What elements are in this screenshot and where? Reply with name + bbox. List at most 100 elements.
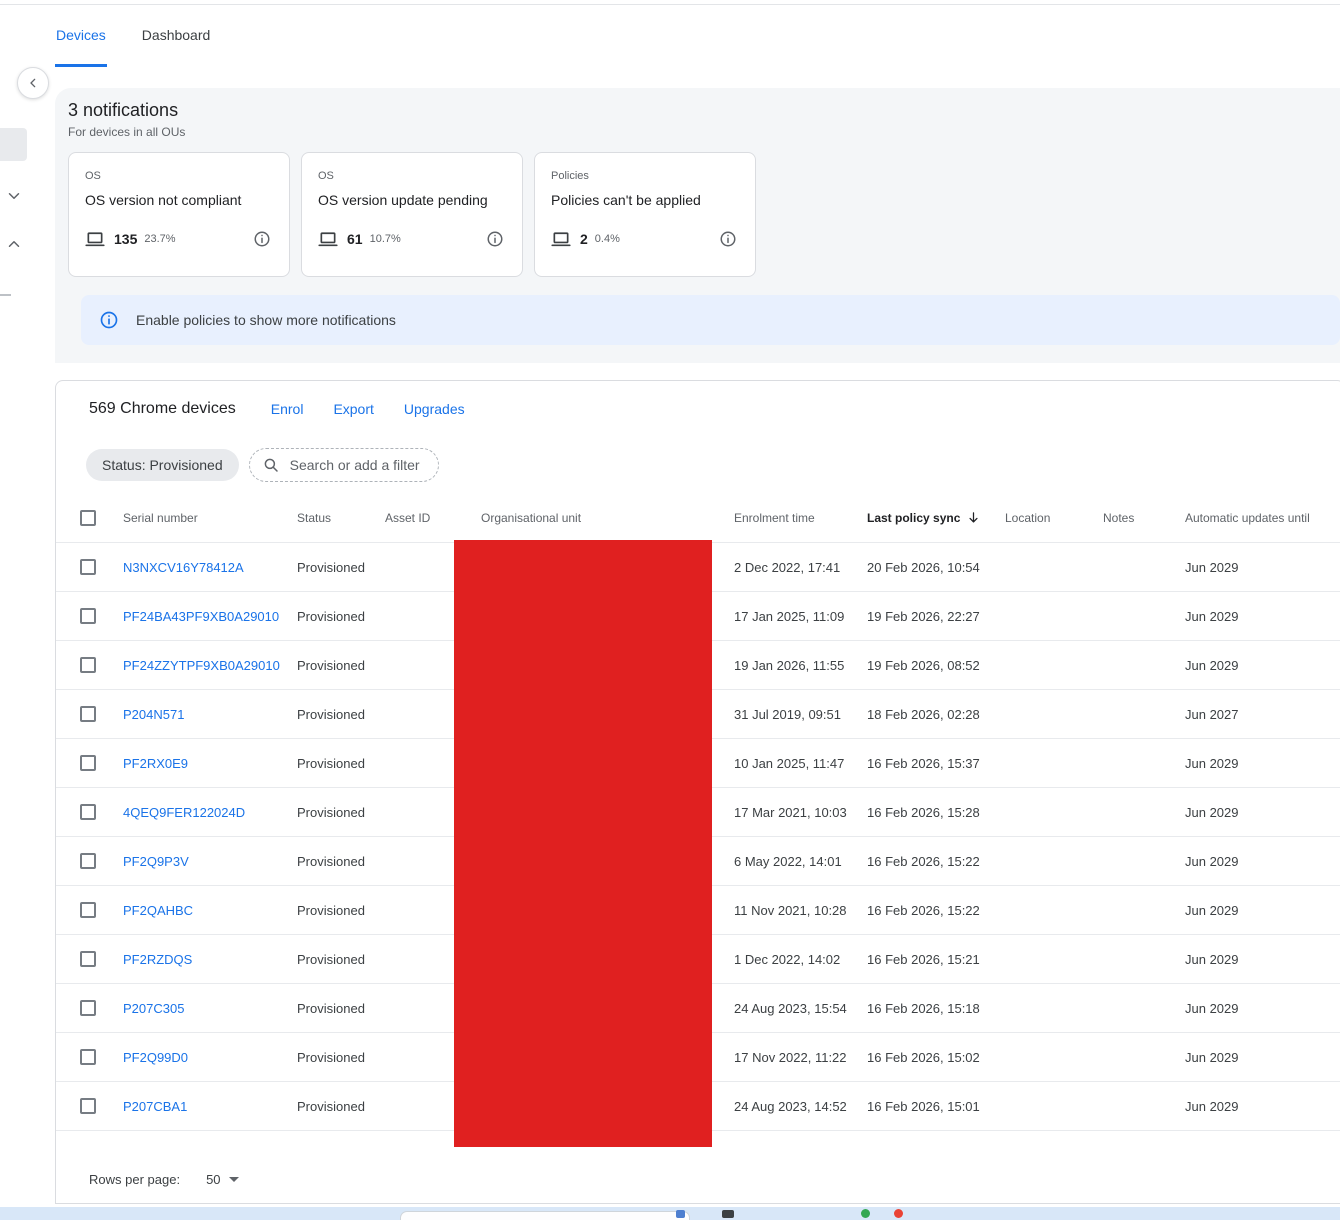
serial-number-link[interactable]: PF24ZZYTPF9XB0A29010	[123, 658, 280, 673]
laptop-icon	[318, 231, 338, 248]
enrolment-time-cell: 1 Dec 2022, 14:02	[723, 952, 856, 967]
notifications-subtitle: For devices in all OUs	[68, 124, 1340, 140]
row-checkbox[interactable]	[80, 608, 96, 624]
filter-search-input[interactable]: Search or add a filter	[249, 448, 439, 482]
column-header-last-policy-sync[interactable]: Last policy sync	[856, 510, 994, 525]
status-cell: Provisioned	[286, 952, 374, 967]
tab-dashboard-label: Dashboard	[142, 27, 211, 43]
serial-number-link[interactable]: PF24BA43PF9XB0A29010	[123, 609, 279, 624]
serial-number-link[interactable]: P204N571	[123, 707, 184, 722]
table-action-link[interactable]: Export	[333, 401, 373, 417]
table-action-link[interactable]: Upgrades	[404, 401, 465, 417]
info-icon[interactable]	[253, 230, 271, 248]
select-all-checkbox[interactable]	[80, 510, 96, 526]
info-icon[interactable]	[486, 230, 504, 248]
banner-text: Enable policies to show more notificatio…	[136, 312, 396, 328]
notification-category: Policies	[551, 169, 739, 183]
last-policy-sync-cell: 20 Feb 2026, 10:54	[856, 560, 994, 575]
serial-number-link[interactable]: PF2RZDQS	[123, 952, 192, 967]
taskbar-red-dot-icon[interactable]	[894, 1209, 903, 1218]
row-checkbox[interactable]	[80, 1000, 96, 1016]
serial-number-link[interactable]: PF2QAHBC	[123, 903, 193, 918]
enrolment-time-cell: 2 Dec 2022, 17:41	[723, 560, 856, 575]
serial-number-link[interactable]: 4QEQ9FER122024D	[123, 805, 245, 820]
taskbar-app-icon[interactable]	[722, 1210, 734, 1218]
sidebar-active-item-sliver[interactable]	[0, 128, 27, 161]
notification-percent: 10.7%	[370, 233, 401, 245]
last-policy-sync-cell: 16 Feb 2026, 15:02	[856, 1050, 994, 1065]
status-cell: Provisioned	[286, 854, 374, 869]
serial-number-link[interactable]: PF2RX0E9	[123, 756, 188, 771]
row-checkbox[interactable]	[80, 1049, 96, 1065]
chevron-down-icon[interactable]	[5, 187, 23, 205]
notification-count: 135	[114, 231, 137, 247]
tab-dashboard[interactable]: Dashboard	[141, 5, 212, 67]
row-checkbox[interactable]	[80, 1098, 96, 1114]
enrolment-time-cell: 11 Nov 2021, 10:28	[723, 903, 856, 918]
tab-devices[interactable]: Devices	[55, 5, 107, 67]
serial-number-link[interactable]: P207C305	[123, 1001, 184, 1016]
column-header-organisational-unit[interactable]: Organisational unit	[470, 511, 723, 525]
column-header-automatic-updates-until[interactable]: Automatic updates until	[1174, 511, 1340, 525]
column-header-enrolment-time[interactable]: Enrolment time	[723, 511, 856, 525]
last-policy-sync-cell: 16 Feb 2026, 15:01	[856, 1099, 994, 1114]
taskbar-green-dot-icon[interactable]	[861, 1209, 870, 1218]
notification-card[interactable]: OS OS version not compliant 135 23.7%	[68, 152, 290, 277]
automatic-updates-cell: Jun 2029	[1174, 805, 1340, 820]
serial-number-link[interactable]: PF2Q99D0	[123, 1050, 188, 1065]
table-action-link[interactable]: Enrol	[271, 401, 304, 417]
status-cell: Provisioned	[286, 707, 374, 722]
notification-card[interactable]: OS OS version update pending 61 10.7%	[301, 152, 523, 277]
row-checkbox[interactable]	[80, 902, 96, 918]
serial-number-link[interactable]: PF2Q9P3V	[123, 854, 189, 869]
notification-card-title: Policies can't be applied	[551, 191, 739, 209]
enrolment-time-cell: 17 Mar 2021, 10:03	[723, 805, 856, 820]
automatic-updates-cell: Jun 2029	[1174, 1050, 1340, 1065]
row-checkbox[interactable]	[80, 804, 96, 820]
rows-per-page-label: Rows per page:	[89, 1172, 180, 1187]
sidebar-collapse-button[interactable]	[17, 67, 49, 99]
notification-percent: 0.4%	[595, 233, 620, 245]
row-checkbox[interactable]	[80, 657, 96, 673]
status-cell: Provisioned	[286, 560, 374, 575]
magnifier-icon	[262, 456, 280, 474]
last-policy-sync-cell: 16 Feb 2026, 15:22	[856, 903, 994, 918]
last-policy-sync-cell: 19 Feb 2026, 08:52	[856, 658, 994, 673]
column-header-location[interactable]: Location	[994, 511, 1092, 525]
last-policy-sync-cell: 16 Feb 2026, 15:28	[856, 805, 994, 820]
status-filter-chip[interactable]: Status: Provisioned	[86, 449, 239, 481]
column-header-notes[interactable]: Notes	[1092, 511, 1174, 525]
last-policy-sync-cell: 16 Feb 2026, 15:21	[856, 952, 994, 967]
row-checkbox[interactable]	[80, 755, 96, 771]
notification-card-title: OS version update pending	[318, 191, 506, 209]
enrolment-time-cell: 17 Jan 2025, 11:09	[723, 609, 856, 624]
rows-per-page-select[interactable]: 50	[206, 1172, 238, 1187]
status-filter-chip-label: Status: Provisioned	[102, 457, 223, 473]
table-actions: Enrol Export Upgrades	[271, 401, 465, 417]
notifications-title: 3 notifications	[68, 98, 1340, 122]
automatic-updates-cell: Jun 2029	[1174, 854, 1340, 869]
info-icon[interactable]	[719, 230, 737, 248]
column-header-serial-number[interactable]: Serial number	[112, 511, 286, 525]
table-title: 569 Chrome devices	[89, 400, 236, 418]
pagination-bar: Rows per page: 50	[89, 1159, 239, 1199]
chevron-up-icon[interactable]	[5, 235, 23, 253]
notification-card[interactable]: Policies Policies can't be applied 2 0.4…	[534, 152, 756, 277]
row-checkbox[interactable]	[80, 706, 96, 722]
status-cell: Provisioned	[286, 1099, 374, 1114]
taskbar-app-icon[interactable]	[676, 1210, 685, 1218]
last-policy-sync-cell: 16 Feb 2026, 15:18	[856, 1001, 994, 1016]
enrolment-time-cell: 24 Aug 2023, 14:52	[723, 1099, 856, 1114]
row-checkbox[interactable]	[80, 951, 96, 967]
column-header-status[interactable]: Status	[286, 511, 374, 525]
table-header-row: Serial number Status Asset ID Organisati…	[56, 493, 1340, 543]
row-checkbox[interactable]	[80, 853, 96, 869]
tab-devices-label: Devices	[56, 27, 106, 43]
status-cell: Provisioned	[286, 609, 374, 624]
taskbar-window-preview[interactable]	[400, 1211, 690, 1220]
column-header-asset-id[interactable]: Asset ID	[374, 511, 470, 525]
serial-number-link[interactable]: P207CBA1	[123, 1099, 187, 1114]
row-checkbox[interactable]	[80, 559, 96, 575]
last-policy-sync-cell: 16 Feb 2026, 15:37	[856, 756, 994, 771]
serial-number-link[interactable]: N3NXCV16Y78412A	[123, 560, 244, 575]
